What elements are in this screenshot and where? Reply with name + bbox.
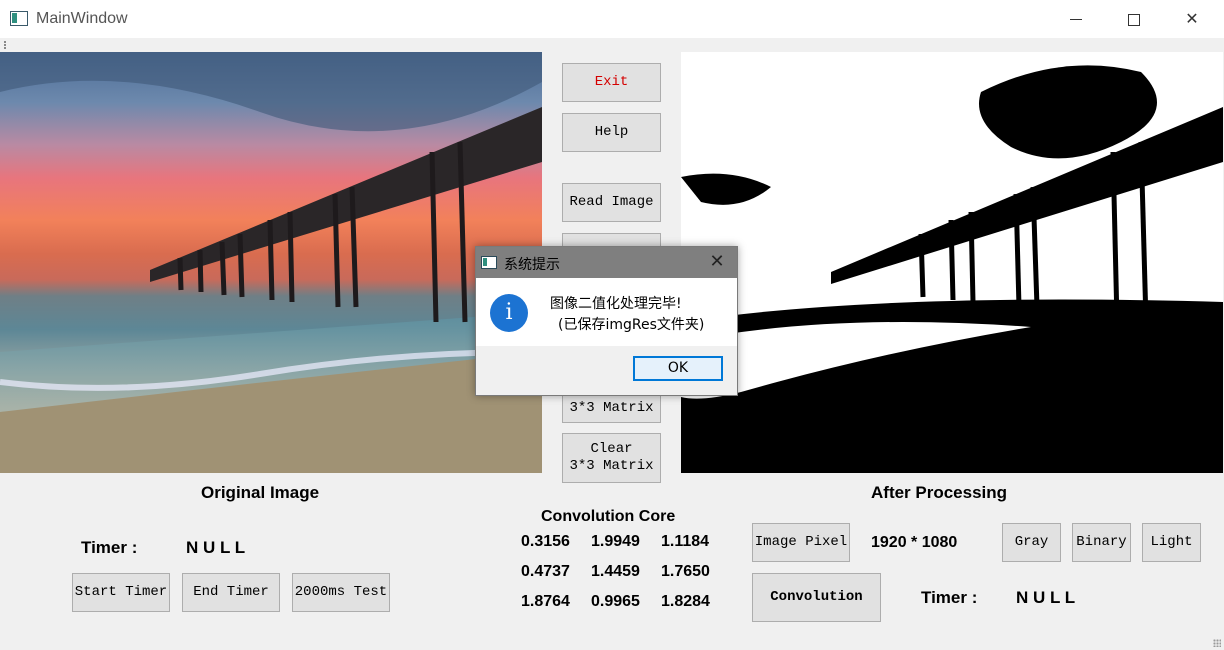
- title-bar: MainWindow ✕: [0, 0, 1224, 38]
- light-button[interactable]: Light: [1142, 523, 1201, 562]
- pier-photo: [0, 52, 542, 473]
- dialog-message-line-2: (已保存imgRes文件夹): [558, 317, 705, 333]
- dialog-footer: OK: [476, 346, 737, 395]
- convolution-button[interactable]: Convolution: [752, 573, 881, 622]
- dialog-title-bar[interactable]: 系统提示 ✕: [476, 247, 737, 278]
- dialog-title: 系统提示: [504, 257, 560, 273]
- info-icon: i: [490, 294, 528, 332]
- app-window-icon: [10, 11, 28, 26]
- right-timer-label: Timer :: [921, 588, 978, 607]
- resize-grip-icon[interactable]: [1213, 639, 1221, 647]
- ok-button[interactable]: OK: [633, 356, 723, 381]
- matrix-cell: 1.8284: [661, 593, 710, 610]
- matrix-cell: 1.7650: [661, 563, 710, 580]
- image-pixel-button[interactable]: Image Pixel: [752, 523, 850, 562]
- original-image: [0, 52, 542, 473]
- toolbar-grip-icon[interactable]: [4, 41, 6, 49]
- right-timer-value: N U L L: [1016, 588, 1076, 607]
- clear-matrix-label-2: 3*3 Matrix: [569, 458, 654, 474]
- matrix-cell: 0.4737: [521, 563, 570, 580]
- close-icon: ✕: [1185, 9, 1199, 28]
- processed-image: [681, 52, 1223, 473]
- dialog-message-line-1: 图像二值化处理完毕!: [550, 296, 682, 312]
- resolution-value: 1920 * 1080: [871, 534, 958, 551]
- gray-button[interactable]: Gray: [1002, 523, 1061, 562]
- after-processing-title: After Processing: [871, 483, 1008, 502]
- toolbar-strip: [0, 38, 1224, 52]
- status-bar: [0, 639, 1224, 650]
- left-timer-value: N U L L: [186, 538, 246, 557]
- matrix-cell: 0.9965: [591, 593, 640, 610]
- matrix-cell: 1.9949: [591, 533, 640, 550]
- maximize-icon: [1128, 13, 1140, 26]
- matrix-cell: 1.1184: [661, 533, 710, 550]
- matrix-cell: 1.8764: [521, 593, 570, 610]
- matrix-cell: 0.3156: [521, 533, 570, 550]
- minimize-icon: [1070, 19, 1082, 20]
- left-timer-label: Timer :: [81, 538, 138, 557]
- end-timer-button[interactable]: End Timer: [182, 573, 280, 612]
- help-button[interactable]: Help: [562, 113, 661, 152]
- binary-pier-photo: [681, 65, 1223, 473]
- dialog-close-button[interactable]: ✕: [704, 250, 730, 274]
- window-title: MainWindow: [36, 10, 128, 27]
- clear-matrix-label-1: Clear: [590, 441, 633, 457]
- close-icon: ✕: [709, 251, 725, 272]
- close-window-button[interactable]: ✕: [1163, 0, 1221, 38]
- maximize-button[interactable]: [1105, 0, 1163, 38]
- matrix-button[interactable]: 3*3 Matrix: [562, 394, 661, 423]
- original-image-title: Original Image: [201, 483, 320, 502]
- dialog-app-icon: [481, 256, 497, 269]
- clear-matrix-button[interactable]: Clear 3*3 Matrix: [562, 433, 661, 483]
- hidden-button[interactable]: [562, 233, 661, 247]
- matrix-cell: 1.4459: [591, 563, 640, 580]
- minimize-button[interactable]: [1047, 0, 1105, 38]
- message-dialog: 系统提示 ✕ i 图像二值化处理完毕! (已保存imgRes文件夹) OK: [475, 246, 738, 396]
- test-2000ms-button[interactable]: 2000ms Test: [292, 573, 390, 612]
- start-timer-button[interactable]: Start Timer: [72, 573, 170, 612]
- binary-button[interactable]: Binary: [1072, 523, 1131, 562]
- read-image-button[interactable]: Read Image: [562, 183, 661, 222]
- exit-button[interactable]: Exit: [562, 63, 661, 102]
- convolution-core-title: Convolution Core: [541, 508, 676, 525]
